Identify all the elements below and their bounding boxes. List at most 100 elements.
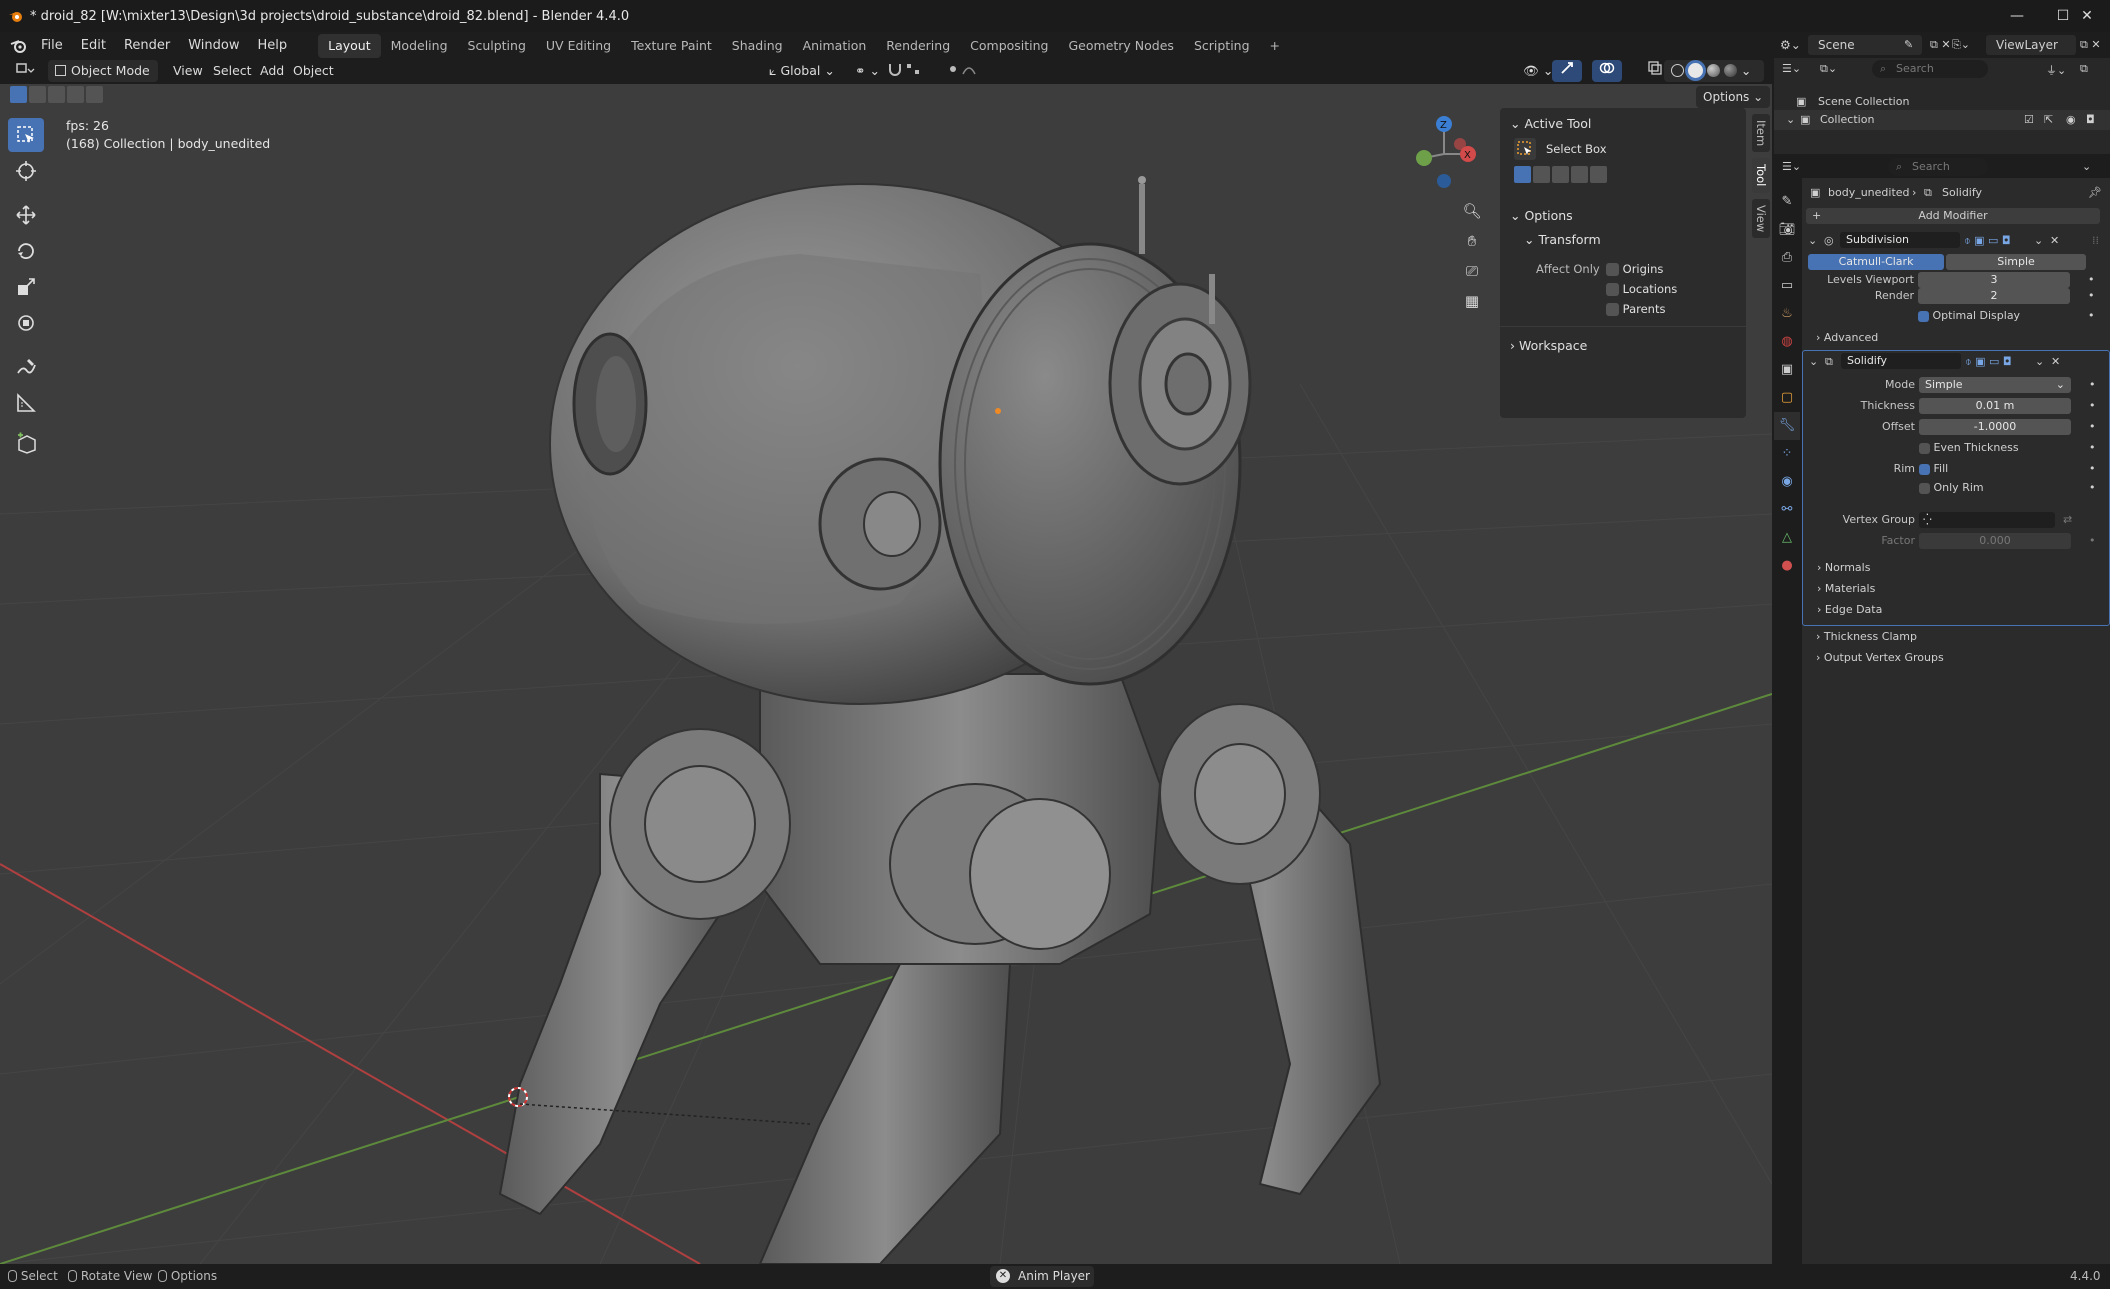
shading-mode-group[interactable]: ⌄ bbox=[1664, 60, 1764, 82]
camera-icon[interactable]: ⎚ bbox=[1460, 262, 1484, 292]
simple-subdivision-button[interactable]: Simple bbox=[1946, 254, 2086, 270]
add-modifier-button[interactable]: + Add Modifier bbox=[1806, 208, 2100, 224]
outliner-search-input[interactable]: ⌕ Search bbox=[1872, 60, 1988, 78]
mode-difference-icon[interactable] bbox=[1571, 166, 1588, 183]
tab-texture-paint[interactable]: Texture Paint bbox=[621, 34, 722, 58]
collapse-solidify-icon[interactable]: ⌄ bbox=[1809, 355, 1818, 368]
subdivision-dropdown-icon[interactable]: ⌄ bbox=[2034, 234, 2043, 247]
properties-options-icon[interactable]: ⌄ bbox=[2082, 160, 2091, 173]
options-dropdown[interactable]: Options ⌄ bbox=[1696, 86, 1771, 108]
transform-tool[interactable] bbox=[8, 306, 44, 340]
scale-tool[interactable] bbox=[8, 270, 44, 304]
parents-checkbox[interactable]: Parents bbox=[1606, 302, 1665, 316]
tab-shading[interactable]: Shading bbox=[722, 34, 793, 58]
view-layer-icon[interactable]: ▭ bbox=[1774, 272, 1800, 300]
tab-animation[interactable]: Animation bbox=[793, 34, 877, 58]
mode-dropdown-field[interactable]: Simple ⌄ bbox=[1919, 377, 2071, 393]
collection-properties-icon[interactable]: ▣ bbox=[1774, 356, 1800, 384]
locations-checkbox[interactable]: Locations bbox=[1606, 282, 1677, 296]
outliner-editor-icon[interactable]: ☰⌄ bbox=[1782, 62, 1801, 75]
overlay-toggle[interactable] bbox=[1592, 60, 1622, 82]
select-intersect-icon[interactable] bbox=[86, 86, 103, 103]
mode-intersect-icon[interactable] bbox=[1590, 166, 1607, 183]
tab-sculpting[interactable]: Sculpting bbox=[458, 34, 536, 58]
menu-help[interactable]: Help bbox=[249, 32, 297, 60]
zoom-icon[interactable]: 🔍︎ bbox=[1460, 202, 1484, 232]
vertex-group-field[interactable]: ⁛ bbox=[1919, 512, 2055, 528]
render-properties-icon[interactable]: 📷︎ bbox=[1774, 216, 1800, 244]
gizmo-toggle[interactable] bbox=[1552, 60, 1582, 82]
render-levels-field[interactable]: 2 bbox=[1918, 288, 2070, 304]
solidify-name-field[interactable]: Solidify bbox=[1841, 353, 1961, 369]
subdivision-name-field[interactable]: Subdivision bbox=[1840, 232, 1960, 248]
new-collection-icon[interactable]: ⧉ bbox=[2080, 62, 2088, 76]
anim-player-button[interactable]: ✕ Anim Player bbox=[990, 1266, 1094, 1287]
move-tool[interactable] bbox=[8, 198, 44, 232]
output-properties-icon[interactable]: ⎙ bbox=[1774, 244, 1800, 272]
tab-rendering[interactable]: Rendering bbox=[876, 34, 960, 58]
mode-subtract-icon[interactable] bbox=[1552, 166, 1569, 183]
menu-window[interactable]: Window bbox=[179, 32, 248, 60]
data-properties-icon[interactable]: △ bbox=[1774, 524, 1800, 552]
3d-viewport[interactable]: Options ⌄ fps: 26 (168) Collection | bod… bbox=[0, 84, 1772, 1264]
solidify-dropdown-icon[interactable]: ⌄ bbox=[2035, 355, 2044, 368]
menu-render[interactable]: Render bbox=[115, 32, 179, 60]
display-mode-icon[interactable]: ⧉⌄ bbox=[1820, 62, 1837, 76]
select-menu[interactable]: Select bbox=[206, 60, 259, 82]
tab-view[interactable]: View bbox=[1752, 198, 1770, 238]
menu-edit[interactable]: Edit bbox=[72, 32, 115, 60]
select-new-icon[interactable] bbox=[10, 86, 27, 103]
properties-search-input[interactable]: ⌕ Search bbox=[1888, 158, 1988, 176]
tab-geometry-nodes[interactable]: Geometry Nodes bbox=[1059, 34, 1184, 58]
tab-item[interactable]: Item bbox=[1752, 114, 1770, 153]
editor-type-button[interactable] bbox=[8, 60, 42, 82]
measure-tool[interactable] bbox=[8, 386, 44, 420]
thickness-field[interactable]: 0.01 m bbox=[1919, 398, 2071, 414]
thickness-clamp-subpanel[interactable]: › Thickness Clamp bbox=[1816, 630, 1917, 643]
pin-icon[interactable]: 📌︎ bbox=[2088, 186, 2102, 199]
scene-field[interactable]: Scene ✎ bbox=[1808, 35, 1922, 55]
materials-subpanel[interactable]: › Materials bbox=[1817, 582, 1875, 595]
advanced-subpanel[interactable]: › Advanced bbox=[1816, 331, 1878, 344]
select-extend-icon[interactable] bbox=[29, 86, 46, 103]
constraints-icon[interactable]: ⚯ bbox=[1774, 496, 1800, 524]
invert-vertex-group-icon[interactable]: ⇄ bbox=[2063, 513, 2072, 526]
collapse-subdivision-icon[interactable]: ⌄ bbox=[1808, 234, 1817, 247]
even-thickness-checkbox[interactable]: Even Thickness bbox=[1919, 441, 2019, 454]
tab-layout[interactable]: Layout bbox=[318, 34, 381, 58]
select-subtract-icon[interactable] bbox=[48, 86, 65, 103]
active-tool-header[interactable]: ⌄ Active Tool bbox=[1510, 116, 1591, 131]
mode-extend-icon[interactable] bbox=[1533, 166, 1550, 183]
tab-compositing[interactable]: Compositing bbox=[960, 34, 1058, 58]
proportional-edit-toggle[interactable] bbox=[938, 60, 992, 82]
view-menu[interactable]: View bbox=[166, 60, 210, 82]
output-vertex-groups-subpanel[interactable]: › Output Vertex Groups bbox=[1816, 651, 1944, 664]
normals-subpanel[interactable]: › Normals bbox=[1817, 561, 1870, 574]
subdivision-toggle-icons[interactable]: ⌽ ▣ ▭ ◘ bbox=[1964, 234, 2011, 248]
perspective-grid-icon[interactable]: ▦ bbox=[1460, 292, 1484, 322]
catmull-clark-button[interactable]: Catmull-Clark bbox=[1808, 254, 1944, 270]
select-invert-icon[interactable] bbox=[67, 86, 84, 103]
object-properties-icon[interactable]: ▢ bbox=[1774, 384, 1800, 412]
viewlayer-icon[interactable]: ⎘⌄ bbox=[1952, 38, 1970, 52]
orientation-dropdown[interactable]: ⟀ Global ⌄ bbox=[762, 60, 842, 82]
physics-icon[interactable]: ◉ bbox=[1774, 468, 1800, 496]
menu-file[interactable]: File bbox=[32, 32, 72, 60]
viewlayer-field[interactable]: ViewLayer bbox=[1986, 35, 2076, 55]
workspace-header[interactable]: › Workspace bbox=[1510, 338, 1587, 353]
edge-data-subpanel[interactable]: › Edge Data bbox=[1817, 603, 1882, 616]
collection-row[interactable]: ⌄ ▣ Collection ☑ ⇱ ◉ ◘ bbox=[1774, 110, 2110, 130]
levels-viewport-field[interactable]: 3 bbox=[1918, 272, 2070, 288]
snap-toggle[interactable] bbox=[880, 60, 934, 82]
properties-editor-icon[interactable]: ☰⌄ bbox=[1782, 160, 1801, 173]
factor-field[interactable]: 0.000 bbox=[1919, 533, 2071, 549]
remove-subdivision-icon[interactable]: ✕ bbox=[2050, 234, 2059, 247]
rotate-tool[interactable] bbox=[8, 234, 44, 268]
scene-collection-row[interactable]: ▣ Scene Collection bbox=[1774, 92, 2110, 110]
modifier-properties-icon[interactable]: 🔧︎ bbox=[1774, 412, 1800, 440]
origins-checkbox[interactable]: Origins bbox=[1606, 262, 1663, 276]
options-header[interactable]: ⌄ Options bbox=[1510, 208, 1573, 223]
new-viewlayer-icon[interactable]: ⧉ ✕ bbox=[2080, 38, 2101, 52]
add-workspace-button[interactable]: + bbox=[1260, 34, 1290, 58]
material-properties-icon[interactable]: ● bbox=[1774, 552, 1800, 580]
